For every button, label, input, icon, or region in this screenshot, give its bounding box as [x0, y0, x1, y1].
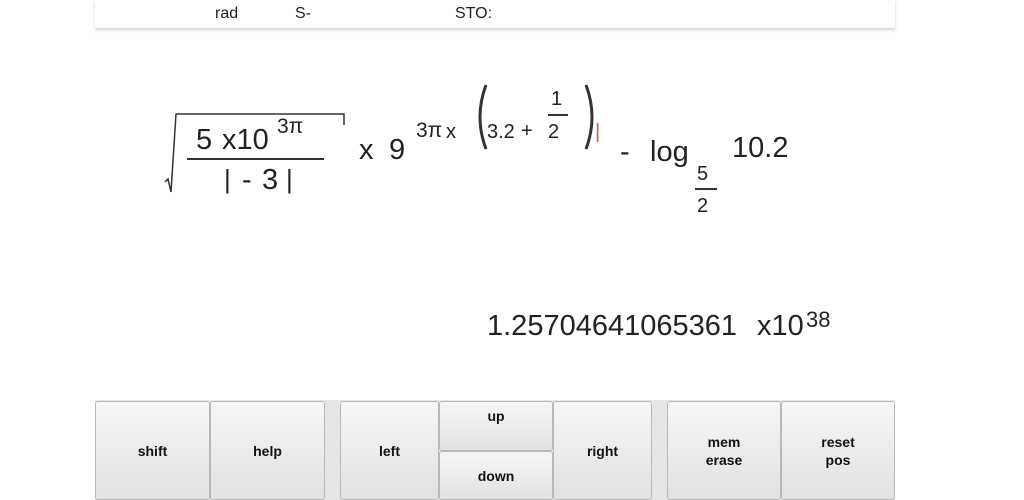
mem-erase-label-line1: mem — [707, 433, 741, 450]
abs-bar-right: | — [286, 164, 293, 194]
power-3pi: 3π — [416, 119, 443, 142]
frac-numerator-exponent: 3π — [277, 115, 304, 138]
shift-button[interactable]: shift — [95, 401, 210, 500]
log-base-numerator: 5 — [697, 163, 709, 185]
navigation-keypad: shift help left up down right mem erase … — [95, 400, 895, 500]
times-sign: x — [359, 134, 374, 166]
fraction-bar — [187, 158, 324, 160]
inner-half-numerator: 1 — [551, 88, 563, 110]
result-display: 1.25704641065361 x10 38 — [487, 309, 830, 342]
up-button-label: up — [487, 408, 505, 424]
minus-sign: - — [620, 136, 630, 168]
reset-pos-label-line1: reset — [821, 433, 855, 450]
shift-button-label: shift — [137, 442, 168, 459]
inner-plus: + — [521, 120, 533, 142]
power-times: x — [446, 121, 456, 143]
calculator-screen: rad S- STO: 5 x10 3π | - 3 | x 9 3π x 3.… — [0, 0, 1024, 500]
frac-denominator-3: 3 — [262, 164, 279, 196]
text-cursor: | — [595, 121, 601, 143]
inner-value-3-2: 3.2 — [487, 121, 515, 143]
reset-pos-label-line2: pos — [825, 451, 851, 468]
frac-denominator-minus: - — [242, 164, 252, 196]
down-button[interactable]: down — [439, 451, 553, 500]
right-button[interactable]: right — [553, 401, 652, 500]
log-base-fraction-bar — [695, 188, 717, 190]
base-nine: 9 — [389, 134, 406, 166]
log-function: log — [650, 136, 689, 168]
frac-numerator-x10: x10 — [222, 124, 269, 156]
log-argument: 10.2 — [732, 132, 789, 164]
result-mantissa: 1.25704641065361 — [487, 310, 737, 342]
result-times-ten: x10 — [757, 310, 804, 342]
mem-erase-button[interactable]: mem erase — [667, 401, 781, 500]
expression-display[interactable]: 5 x10 3π | - 3 | x 9 3π x 3.2 + 1 2 | - … — [0, 0, 1024, 260]
frac-numerator-5: 5 — [196, 124, 213, 156]
right-button-label: right — [586, 442, 619, 459]
inner-half-denominator: 2 — [548, 121, 560, 143]
reset-pos-button[interactable]: reset pos — [781, 401, 895, 500]
up-button[interactable]: up — [439, 401, 553, 451]
inner-fraction-bar — [548, 114, 568, 116]
left-button-label: left — [379, 442, 400, 459]
result-exponent: 38 — [806, 307, 831, 332]
help-button-label: help — [253, 442, 282, 459]
mem-erase-label-line2: erase — [705, 451, 743, 468]
log-base-denominator: 2 — [697, 195, 709, 217]
help-button[interactable]: help — [210, 401, 325, 500]
down-button-label: down — [477, 467, 515, 484]
left-button[interactable]: left — [340, 401, 439, 500]
abs-bar-left: | — [224, 164, 231, 194]
